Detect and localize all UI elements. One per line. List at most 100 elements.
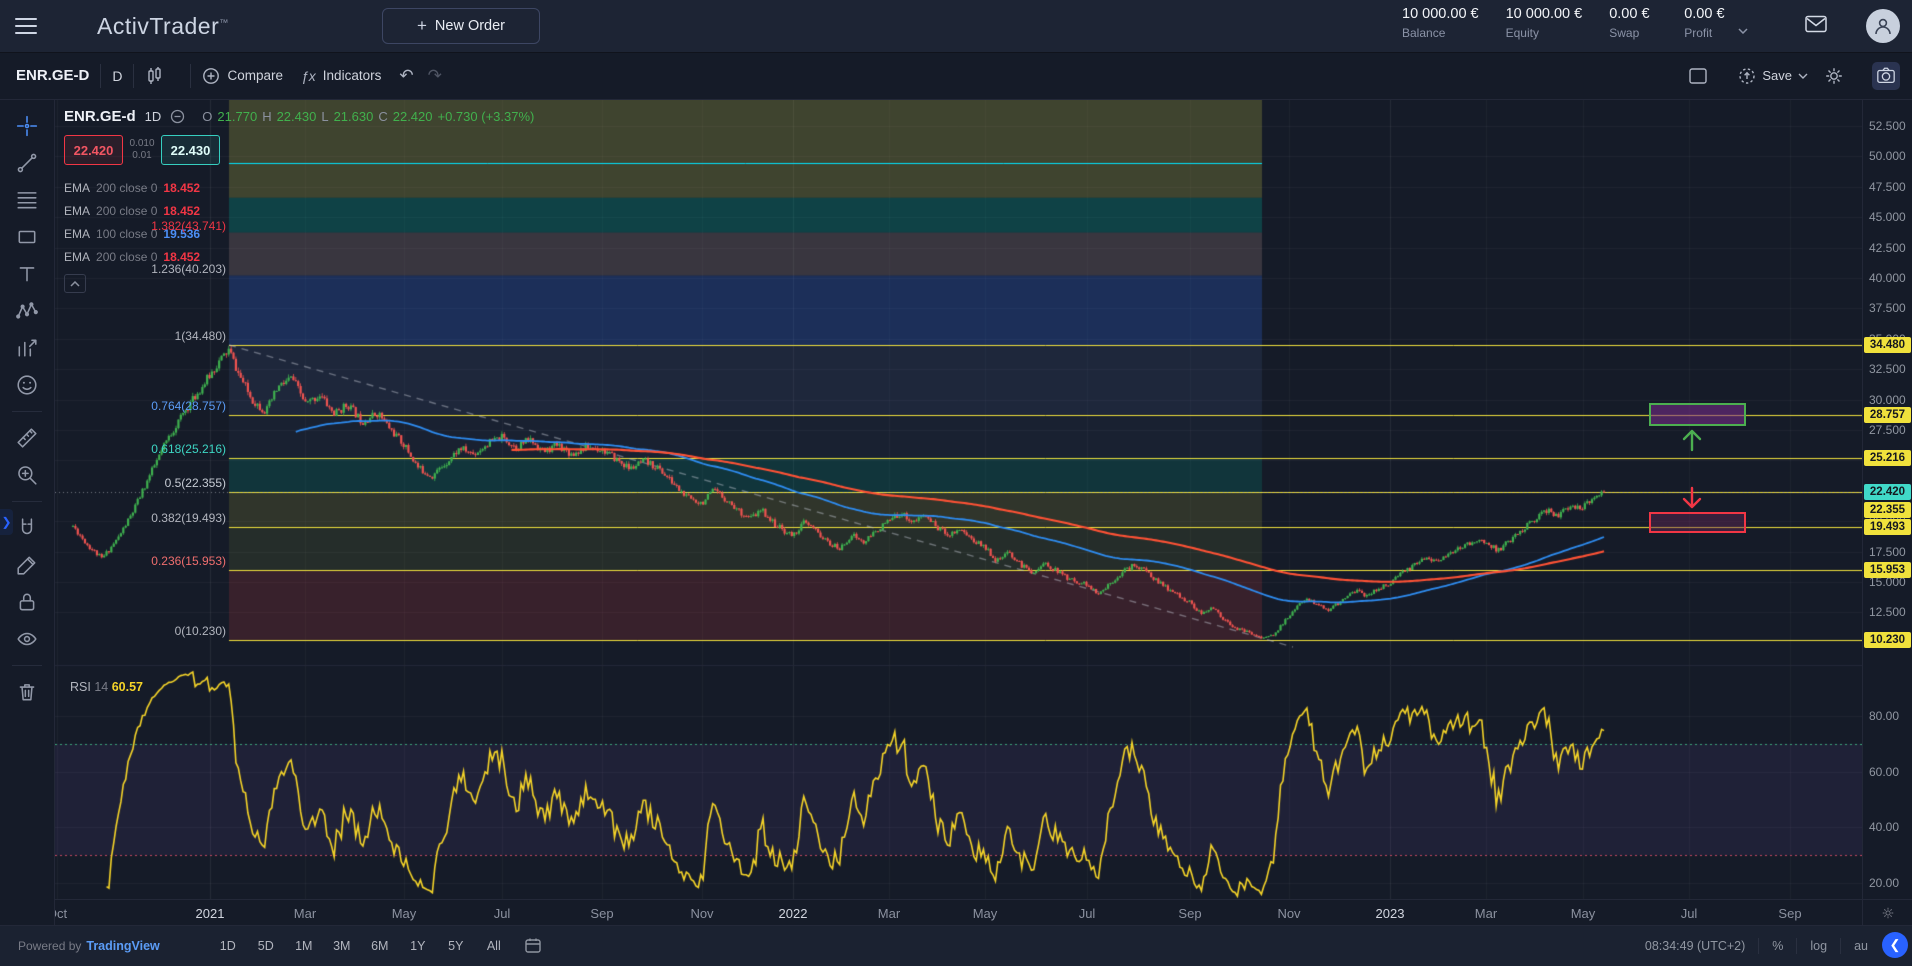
take-profit-box[interactable] <box>1649 403 1746 426</box>
range-button-1d[interactable]: 1D <box>212 935 244 957</box>
profit-caret-icon[interactable] <box>1738 28 1748 34</box>
legend-collapse-button[interactable] <box>64 274 86 293</box>
rsi-tick: 80.00 <box>1863 709 1912 723</box>
chevron-down-icon <box>1798 73 1808 79</box>
new-order-button[interactable]: + New Order <box>382 8 540 44</box>
time-label: Nov <box>678 906 726 921</box>
crosshair-tool[interactable] <box>10 111 44 141</box>
price-chart-canvas[interactable] <box>55 99 1862 899</box>
tool-group-separator <box>12 501 42 502</box>
text-tool[interactable] <box>10 259 44 289</box>
magnet-tool[interactable] <box>10 513 44 543</box>
stop-loss-box[interactable] <box>1649 512 1746 533</box>
time-label: Mar <box>281 906 329 921</box>
mail-icon[interactable] <box>1805 15 1827 33</box>
price-tag: 19.493 <box>1864 519 1911 535</box>
price-tick: 27.500 <box>1863 423 1912 437</box>
price-tick: 30.000 <box>1863 393 1912 407</box>
panel-toggle-button[interactable]: ❮ <box>1882 932 1908 958</box>
left-panel-expand-chevron[interactable]: ❯ <box>0 509 13 535</box>
draw-icon <box>16 554 38 576</box>
account-stat-equity: 10 000.00 €Equity <box>1506 6 1583 40</box>
time-label: May <box>1559 906 1607 921</box>
range-button-1m[interactable]: 1M <box>288 935 320 957</box>
price-tick: 45.000 <box>1863 210 1912 224</box>
range-button-6m[interactable]: 6M <box>364 935 396 957</box>
measure-tool[interactable] <box>10 423 44 453</box>
indicators-icon: ƒx <box>301 68 316 84</box>
interval-button[interactable]: D <box>112 68 122 84</box>
settings-icon[interactable] <box>1824 66 1844 86</box>
sell-price-button[interactable]: 22.420 <box>64 135 123 165</box>
hide-symbol-icon[interactable] <box>170 109 185 124</box>
fib-retracement-icon <box>16 189 38 211</box>
stat-label: Swap <box>1609 26 1657 40</box>
undo-icon[interactable]: ↶ <box>399 66 413 86</box>
forecast-tool[interactable] <box>10 333 44 363</box>
range-button-5d[interactable]: 5D <box>250 935 282 957</box>
avatar[interactable] <box>1866 9 1900 43</box>
axis-settings <box>1862 899 1912 926</box>
time-label: 2022 <box>769 906 817 921</box>
chart-toolbar: ENR.GE-D D Compare ƒx Indicators ↶ ↷ Sav… <box>0 52 1912 100</box>
time-label: Sep <box>578 906 626 921</box>
stat-label: Balance <box>1402 26 1479 40</box>
goto-date-icon[interactable] <box>524 937 542 955</box>
time-label: Mar <box>1462 906 1510 921</box>
pattern-icon <box>16 300 38 322</box>
multichart-layout-icon[interactable] <box>1688 66 1708 86</box>
account-stats: 10 000.00 €Balance10 000.00 €Equity0.00 … <box>1402 6 1732 40</box>
range-button-1y[interactable]: 1Y <box>402 935 434 957</box>
menu-icon[interactable] <box>15 18 37 34</box>
price-tick: 12.500 <box>1863 605 1912 619</box>
fib-retracement-tool[interactable] <box>10 185 44 215</box>
trend-line-tool[interactable] <box>10 148 44 178</box>
time-label: Mar <box>865 906 913 921</box>
rsi-tick: 20.00 <box>1863 876 1912 890</box>
axis-gear-icon[interactable] <box>1881 906 1895 920</box>
price-scale[interactable]: 52.50050.00047.50045.00042.50040.00037.5… <box>1862 99 1912 899</box>
bottom-right-group: 08:34:49 (UTC+2) % log au <box>1645 938 1868 954</box>
pattern-tool[interactable] <box>10 296 44 326</box>
emoji-tool[interactable] <box>10 370 44 400</box>
percent-scale-button[interactable]: % <box>1772 939 1783 953</box>
toolbar-right-group: Save <box>1688 62 1900 90</box>
draw-tool[interactable] <box>10 550 44 580</box>
sell-arrow-marker[interactable] <box>1677 486 1707 512</box>
save-button[interactable]: Save <box>1738 67 1808 85</box>
account-stat-profit: 0.00 €Profit <box>1684 6 1732 40</box>
price-tick: 52.500 <box>1863 119 1912 133</box>
range-button-5y[interactable]: 5Y <box>440 935 472 957</box>
buy-price-button[interactable]: 22.430 <box>161 135 220 165</box>
range-button-3m[interactable]: 3M <box>326 935 358 957</box>
plus-icon: + <box>417 16 427 36</box>
top-bar: ActivTrader™ + New Order 10 000.00 €Bala… <box>0 0 1912 53</box>
redo-icon[interactable]: ↷ <box>428 66 442 86</box>
price-tag: 25.216 <box>1864 450 1911 466</box>
chart-style-icon[interactable] <box>145 66 165 86</box>
time-label: May <box>380 906 428 921</box>
compare-button[interactable]: Compare <box>202 67 283 85</box>
auto-scale-button[interactable]: au <box>1854 939 1868 953</box>
log-scale-button[interactable]: log <box>1810 939 1827 953</box>
indicators-button[interactable]: ƒx Indicators <box>301 68 381 84</box>
hide-drawings-tool[interactable] <box>10 624 44 654</box>
symbol-button[interactable]: ENR.GE-D <box>16 67 89 84</box>
rsi-tick: 40.00 <box>1863 820 1912 834</box>
stat-value: 0.00 € <box>1684 6 1732 22</box>
buy-arrow-marker[interactable] <box>1677 426 1707 452</box>
time-axis[interactable]: Oct2021MarMayJulSepNov2022MarMayJulSepNo… <box>55 899 1862 926</box>
stat-value: 0.00 € <box>1609 6 1657 22</box>
tradingview-link[interactable]: TradingView <box>86 939 159 953</box>
app-logo: ActivTrader™ <box>97 13 229 40</box>
account-stat-swap: 0.00 € Swap <box>1609 6 1657 40</box>
zoom-tool[interactable] <box>10 460 44 490</box>
price-tag: 15.953 <box>1864 562 1911 578</box>
remove-drawings-tool[interactable] <box>10 677 44 707</box>
time-label: Sep <box>1166 906 1214 921</box>
screenshot-icon[interactable] <box>1872 62 1900 90</box>
lock-tool[interactable] <box>10 587 44 617</box>
shapes-tool[interactable] <box>10 222 44 252</box>
range-button-all[interactable]: All <box>478 935 510 957</box>
forecast-icon <box>16 337 38 359</box>
